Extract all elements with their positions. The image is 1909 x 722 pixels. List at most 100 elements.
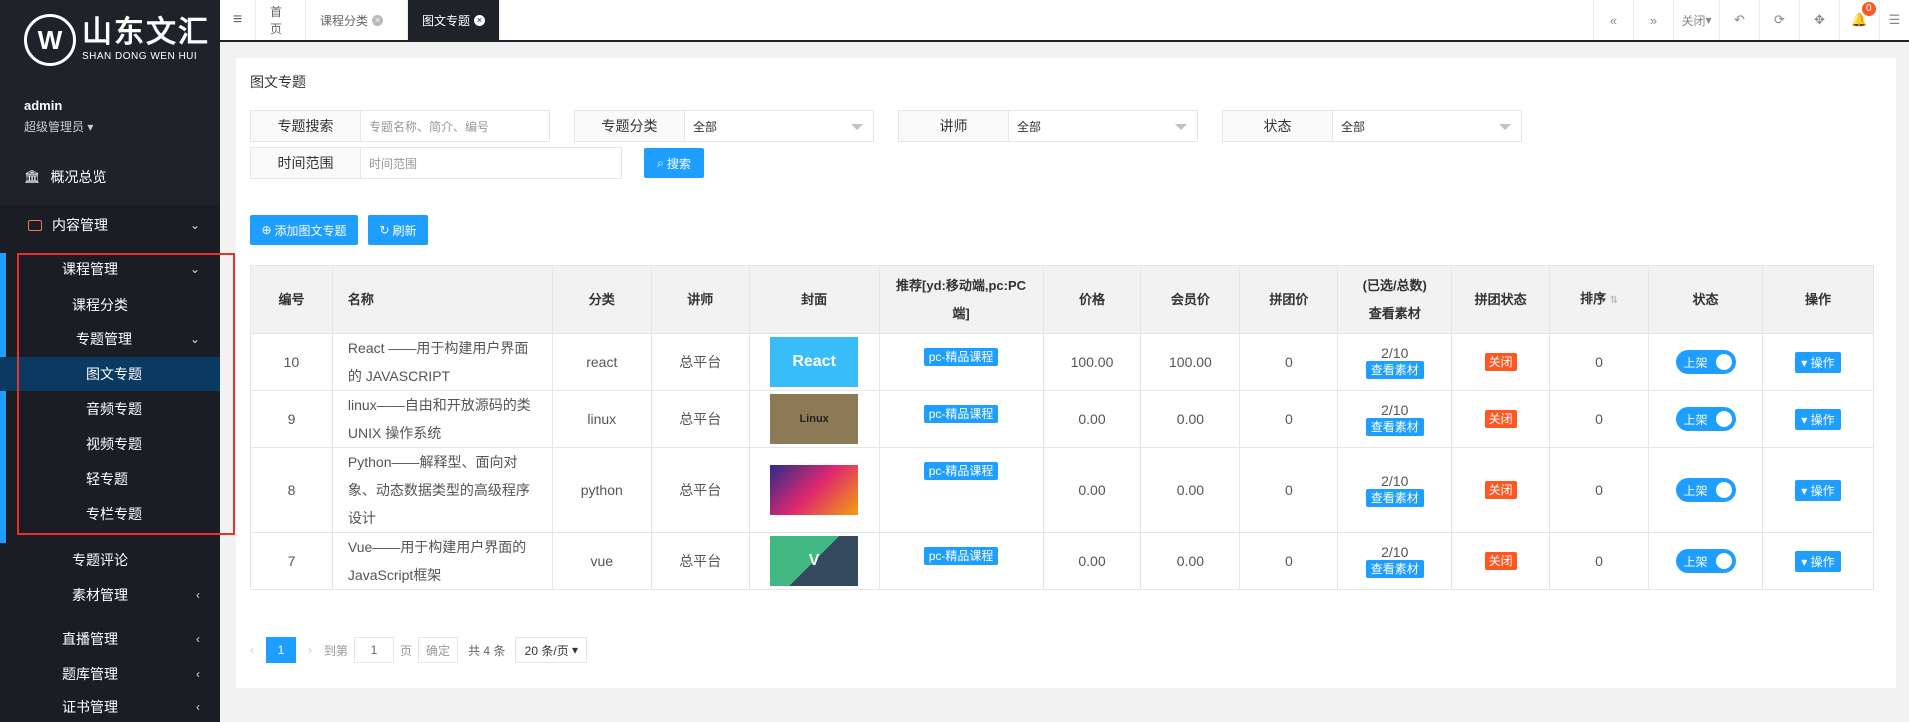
cover-image: V xyxy=(770,536,859,586)
close-icon[interactable]: × xyxy=(474,14,485,26)
status-toggle[interactable]: 上架 xyxy=(1675,350,1736,374)
view-material-button[interactable]: 查看素材 xyxy=(1365,489,1424,507)
view-material-button[interactable]: 查看素材 xyxy=(1365,418,1424,436)
status-toggle[interactable]: 上架 xyxy=(1675,407,1736,431)
page-size-select[interactable]: 20 条/页 ▾ xyxy=(515,637,588,663)
brand-name-en: SHAN DONG WEN HUI xyxy=(82,51,198,62)
sidebar-item-overview[interactable]: 🏛 概况总览 xyxy=(0,160,220,194)
time-range-input[interactable]: 时间范围 xyxy=(361,148,621,178)
refresh-icon: ↻ xyxy=(379,223,390,237)
tab-home[interactable]: 首页 xyxy=(256,0,306,40)
close-icon[interactable]: × xyxy=(372,14,384,26)
cell-price: 0.00 xyxy=(1042,447,1142,533)
refresh-icon[interactable]: ⟳ xyxy=(1759,0,1799,40)
fullscreen-icon[interactable]: ✥ xyxy=(1799,0,1839,40)
sidebar-item-material[interactable]: 素材管理 ‹ xyxy=(0,578,220,612)
notification-badge: 0 xyxy=(1862,2,1876,16)
cell-teacher: 总平台 xyxy=(650,333,750,391)
sidebar-item-content[interactable]: 内容管理 ⌄ xyxy=(0,205,220,245)
user-info[interactable]: admin 超级管理员 ▾ xyxy=(0,80,220,150)
page-input[interactable]: 1 xyxy=(354,637,395,663)
page-current[interactable]: 1 xyxy=(266,637,296,663)
chevron-left-icon: ‹ xyxy=(196,632,200,646)
next-page-icon[interactable]: › xyxy=(308,643,312,657)
bank-icon: 🏛 xyxy=(24,169,41,184)
material-count: 2/10 xyxy=(1381,473,1409,489)
status-toggle[interactable]: 上架 xyxy=(1675,549,1736,573)
category-select[interactable]: 全部 xyxy=(685,111,873,141)
cell-name: Vue——用于构建用户界面的JavaScript框架 xyxy=(331,532,553,590)
operation-button[interactable]: ▾ 操作 xyxy=(1795,408,1841,430)
sidebar-item-question[interactable]: 题库管理 ‹ xyxy=(0,657,220,691)
recommend-tag: pc-精品课程 xyxy=(923,348,999,366)
material-count: 2/10 xyxy=(1381,345,1409,361)
caret-down-icon xyxy=(1175,124,1187,130)
operation-button[interactable]: ▾ 操作 xyxy=(1795,550,1841,572)
cell-price: 100.00 xyxy=(1042,333,1142,391)
more-icon[interactable]: ☰ xyxy=(1879,0,1909,40)
search-button[interactable]: ⌕ 搜索 xyxy=(644,148,704,178)
cover-image xyxy=(770,465,859,515)
scroll-left-icon[interactable]: « xyxy=(1593,0,1633,40)
sidebar: W 山东文汇 SHAN DONG WEN HUI admin 超级管理员 ▾ 🏛… xyxy=(0,0,235,722)
operation-button[interactable]: ▾ 操作 xyxy=(1795,351,1841,373)
sidebar-item-topic-review[interactable]: 专题评论 xyxy=(0,543,220,577)
search-icon: ⌕ xyxy=(657,155,664,170)
cell-group-price: 0 xyxy=(1239,333,1339,391)
user-role[interactable]: 超级管理员 ▾ xyxy=(24,118,220,135)
table-row: 9 linux——自由和开放源码的类UNIX 操作系统 linux 总平台 Linux p… xyxy=(250,390,1875,448)
cell-teacher: 总平台 xyxy=(650,447,750,533)
recommend-tag: pc-精品课程 xyxy=(923,462,999,480)
tab-current[interactable]: 图文专题 × xyxy=(408,0,500,40)
caret-down-icon xyxy=(1499,124,1511,130)
recommend-tag: pc-精品课程 xyxy=(923,405,999,423)
prev-page-icon[interactable]: ‹ xyxy=(250,643,254,657)
cell-id: 9 xyxy=(250,390,333,448)
cell-price: 0.00 xyxy=(1042,532,1142,590)
filter-category: 专题分类 全部 xyxy=(574,110,874,142)
cell-member-price: 0.00 xyxy=(1140,447,1241,533)
sidebar-item-live[interactable]: 直播管理 ‹ xyxy=(0,622,220,656)
cell-name: React ——用于构建用户界面的 JAVASCRIPT xyxy=(331,333,553,391)
user-name: admin xyxy=(24,98,63,113)
group-status-badge: 关闭 xyxy=(1484,353,1517,371)
highlight-box xyxy=(17,253,235,535)
caret-down-icon xyxy=(851,124,863,130)
cell-price: 0.00 xyxy=(1042,390,1142,448)
cell-id: 10 xyxy=(250,333,333,391)
confirm-page-button[interactable]: 确定 xyxy=(418,637,459,663)
cell-member-price: 100.00 xyxy=(1140,333,1241,391)
cell-sort: 0 xyxy=(1549,333,1650,391)
cell-sort: 0 xyxy=(1549,532,1650,590)
filter-time: 时间范围 时间范围 xyxy=(250,147,622,179)
group-status-badge: 关闭 xyxy=(1484,410,1517,428)
view-material-button[interactable]: 查看素材 xyxy=(1365,361,1424,379)
bell-icon[interactable]: 🔔 0 xyxy=(1839,0,1879,40)
search-input[interactable]: 专题名称、简介、编号 xyxy=(361,111,549,141)
view-material-button[interactable]: 查看素材 xyxy=(1365,560,1424,578)
refresh-button[interactable]: ↻ 刷新 xyxy=(368,215,428,245)
close-tabs-dropdown[interactable]: 关闭 ▾ xyxy=(1673,0,1719,40)
brand-logo: W 山东文汇 SHAN DONG WEN HUI xyxy=(0,0,220,80)
cell-category: linux xyxy=(551,390,652,448)
cell-teacher: 总平台 xyxy=(650,390,750,448)
cell-member-price: 0.00 xyxy=(1140,532,1241,590)
tab-course-category[interactable]: 课程分类 × xyxy=(306,0,408,40)
status-toggle[interactable]: 上架 xyxy=(1675,478,1736,502)
cell-category: python xyxy=(551,447,652,533)
add-topic-button[interactable]: ⊕ 添加图文专题 xyxy=(250,215,358,245)
cover-image: React xyxy=(770,337,859,387)
status-select[interactable]: 全部 xyxy=(1333,111,1521,141)
scroll-right-icon[interactable]: » xyxy=(1633,0,1673,40)
operation-button[interactable]: ▾ 操作 xyxy=(1795,479,1841,501)
main-content: 图文专题 专题搜索 专题名称、简介、编号 专题分类 全部 讲师 全部 状态 全部… xyxy=(236,58,1896,688)
sidebar-item-certificate[interactable]: 证书管理 ‹ xyxy=(0,692,220,722)
recommend-tag: pc-精品课程 xyxy=(923,547,999,565)
brand-name-cn: 山东文汇 xyxy=(82,15,210,50)
menu-toggle-icon[interactable]: ≡ xyxy=(220,0,256,40)
cell-id: 8 xyxy=(250,447,333,533)
table-header: 编号 名称 分类 讲师 封面 推荐[yd:移动端,pc:PC端] 价格 会员价 … xyxy=(250,265,1875,334)
sort-column[interactable]: 排序 ⇅ xyxy=(1549,265,1650,334)
back-icon[interactable]: ↶ xyxy=(1719,0,1759,40)
teacher-select[interactable]: 全部 xyxy=(1009,111,1197,141)
